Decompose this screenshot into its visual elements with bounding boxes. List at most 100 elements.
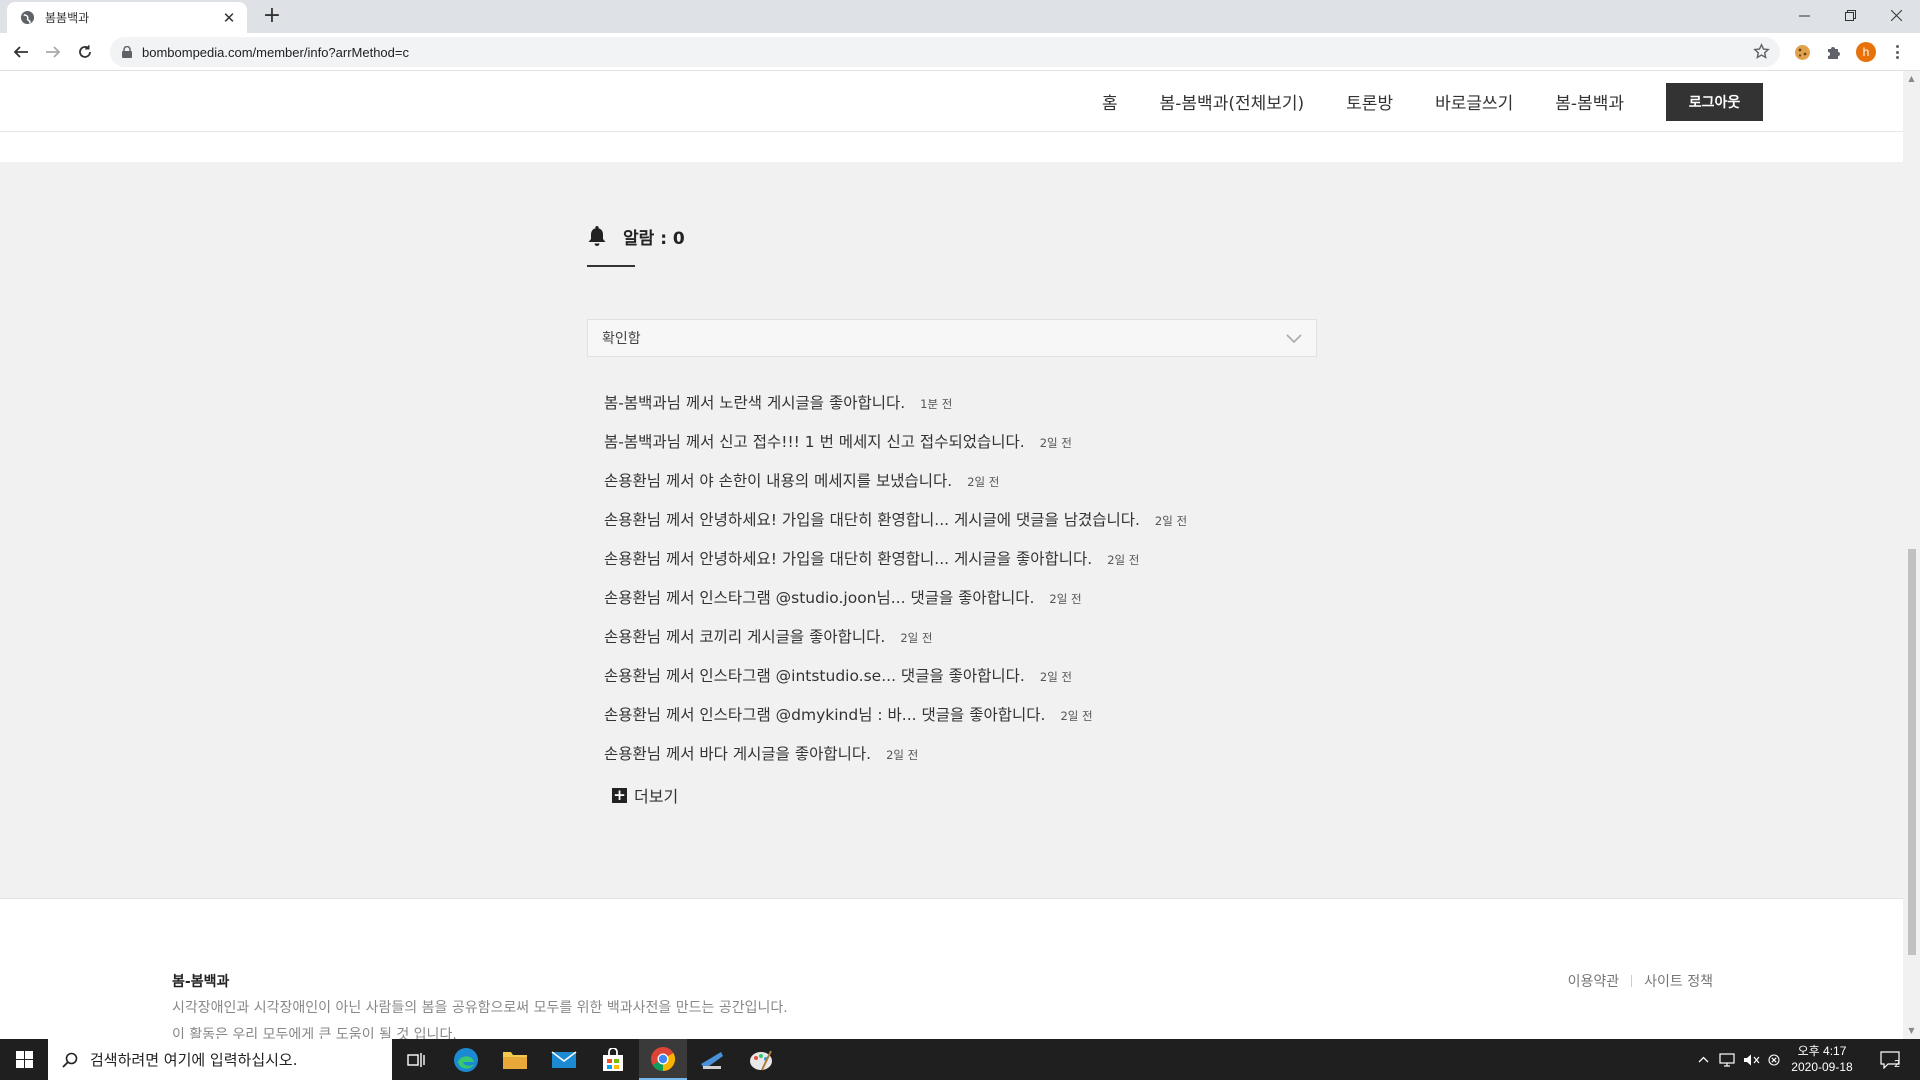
folder-icon xyxy=(503,1051,527,1069)
title-underline xyxy=(587,265,635,267)
bell-icon xyxy=(587,225,607,247)
network-icon[interactable] xyxy=(1717,1039,1739,1080)
nav-item-home[interactable]: 홈 xyxy=(1102,89,1118,114)
notification-item[interactable]: 손용환님 께서 안녕하세요! 가입을 대단히 환영합니... 게시글을 좋아합니… xyxy=(604,547,1317,586)
logout-button[interactable]: 로그아웃 xyxy=(1666,82,1763,121)
globe-icon xyxy=(20,10,35,25)
notification-time: 2일 전 xyxy=(1107,553,1140,567)
main-nav: 홈 봄-봄백과(전체보기) 토론방 바로글쓰기 봄-봄백과 로그아웃 xyxy=(1060,71,1763,132)
windows-taskbar: 검색하려면 여기에 입력하십시오. 오후 4:17 2020-09-18 2 xyxy=(0,1039,1920,1080)
terms-link[interactable]: 이용약관 xyxy=(1568,971,1620,991)
tab-title: 봄봄백과 xyxy=(45,11,90,25)
notification-time: 2일 전 xyxy=(1154,514,1188,528)
windows-logo-icon xyxy=(15,1051,33,1068)
taskbar-clock[interactable]: 오후 4:17 2020-09-18 xyxy=(1784,1043,1860,1075)
profile-avatar[interactable]: h xyxy=(1856,42,1876,62)
file-explorer-app[interactable] xyxy=(491,1039,539,1080)
restore-button[interactable] xyxy=(1827,0,1873,30)
browser-menu-icon[interactable] xyxy=(1890,41,1904,63)
mail-app[interactable] xyxy=(540,1039,588,1080)
back-button[interactable] xyxy=(8,39,34,65)
more-button[interactable]: + 더보기 xyxy=(612,783,1317,807)
footer-links: 이용약관 사이트 정책 xyxy=(1568,971,1713,991)
clock-time: 오후 4:17 xyxy=(1797,1044,1847,1058)
footer-brand: 봄-봄백과 xyxy=(172,974,230,990)
close-tab-icon[interactable]: ✕ xyxy=(221,10,237,26)
minimize-icon xyxy=(1798,15,1810,16)
divider xyxy=(1631,975,1633,987)
app-shortcut[interactable] xyxy=(688,1039,736,1080)
notification-text: 손용환님 께서 안녕하세요! 가입을 대단히 환영합니... 게시글에 댓글을 … xyxy=(604,511,1140,529)
nav-item-pedia[interactable]: 봄-봄백과 xyxy=(1555,89,1624,114)
nav-item-all[interactable]: 봄-봄백과(전체보기) xyxy=(1160,89,1305,114)
puzzle-extensions-icon[interactable] xyxy=(1823,41,1845,63)
notification-list: 봄-봄백과님 께서 노란색 게시글을 좋아합니다. 1분 전 봄-봄백과님 께서 … xyxy=(587,391,1317,781)
start-button[interactable] xyxy=(0,1039,48,1080)
site-header: 홈 봄-봄백과(전체보기) 토론방 바로글쓰기 봄-봄백과 로그아웃 xyxy=(0,71,1903,132)
notification-time: 2일 전 xyxy=(1060,709,1093,723)
notification-item[interactable]: 손용환님 께서 안녕하세요! 가입을 대단히 환영합니... 게시글에 댓글을 … xyxy=(604,508,1317,547)
edge-icon xyxy=(454,1047,478,1072)
plus-square-icon: + xyxy=(612,785,627,804)
notification-time: 2일 전 xyxy=(1049,592,1082,606)
notification-text: 손용환님 께서 코끼리 게시글을 좋아합니다. xyxy=(604,628,886,646)
cookie-extension-icon[interactable] xyxy=(1791,41,1813,63)
notification-item[interactable]: 손용환님 께서 코끼리 게시글을 좋아합니다. 2일 전 xyxy=(604,625,1317,664)
browser-toolbar: bombompedia.com/member/info?arrMethod=c xyxy=(0,33,1920,71)
bookmark-star-icon[interactable] xyxy=(1753,43,1770,64)
tab-strip: 봄봄백과 ✕ + xyxy=(0,0,1920,33)
alarm-header: 알람 : 0 xyxy=(587,221,1317,251)
notification-time: 2일 전 xyxy=(967,475,1000,489)
arrow-right-icon xyxy=(46,46,61,58)
notification-time: 2일 전 xyxy=(1039,436,1072,450)
notification-item[interactable]: 봄-봄백과님 께서 노란색 게시글을 좋아합니다. 1분 전 xyxy=(604,391,1317,430)
page-scrollbar[interactable]: ▲ ▼ xyxy=(1903,71,1920,1039)
store-bag-icon xyxy=(603,1047,623,1071)
nav-item-write[interactable]: 바로글쓰기 xyxy=(1435,89,1513,114)
scrollbar-thumb[interactable] xyxy=(1908,549,1916,955)
scroll-up-icon[interactable]: ▲ xyxy=(1907,74,1916,83)
notification-item[interactable]: 봄-봄백과님 께서 신고 접수!!! 1 번 메세지 신고 접수되었습니다. 2일… xyxy=(604,430,1317,469)
more-label: 더보기 xyxy=(634,787,679,806)
footer-description: 시각장애인과 시각장애인이 아닌 사람들의 봄을 공유함으로써 모두를 위한 백… xyxy=(172,995,788,1039)
reload-icon xyxy=(79,45,91,58)
edge-app[interactable] xyxy=(442,1039,490,1080)
action-center-button[interactable]: 2 xyxy=(1870,1039,1910,1080)
paint-app[interactable] xyxy=(737,1039,785,1080)
alarm-section: 알람 : 0 확인함 봄-봄백과님 께서 노란색 게시글을 좋아합니다. 1분 전… xyxy=(587,221,1317,807)
minimize-button[interactable] xyxy=(1781,0,1827,30)
store-app[interactable] xyxy=(589,1039,637,1080)
status-error-icon[interactable] xyxy=(1765,1039,1783,1080)
volume-muted-icon[interactable] xyxy=(1741,1039,1763,1080)
reload-button[interactable] xyxy=(72,39,98,65)
notification-item[interactable]: 손용환님 께서 야 손한이 내용의 메세지를 보냈습니다. 2일 전 xyxy=(604,469,1317,508)
palette-icon xyxy=(750,1050,772,1070)
mail-icon xyxy=(551,1050,577,1068)
tray-expand-icon[interactable] xyxy=(1694,1039,1712,1080)
footer-desc-line: 이 활동은 우리 모두에게 큰 도움이 될 것 입니다. xyxy=(172,1027,457,1039)
notification-text: 손용환님 께서 인스타그램 @dmykind님 : 바... 댓글을 좋아합니다… xyxy=(604,706,1046,724)
policy-link[interactable]: 사이트 정책 xyxy=(1644,971,1713,991)
task-view-button[interactable] xyxy=(392,1039,440,1080)
address-bar[interactable]: bombompedia.com/member/info?arrMethod=c xyxy=(110,37,1780,67)
app-window-icon xyxy=(701,1051,723,1069)
notification-item[interactable]: 손용환님 께서 인스타그램 @dmykind님 : 바... 댓글을 좋아합니다… xyxy=(604,703,1317,742)
notification-item[interactable]: 손용환님 께서 인스타그램 @intstudio.se... 댓글을 좋아합니다… xyxy=(604,664,1317,703)
scroll-down-icon[interactable]: ▼ xyxy=(1907,1026,1916,1035)
forward-button[interactable] xyxy=(40,39,66,65)
notification-count-badge: 2 xyxy=(1894,1059,1901,1070)
filter-select[interactable]: 확인함 xyxy=(587,319,1317,357)
nav-item-discussion[interactable]: 토론방 xyxy=(1346,89,1393,114)
notification-text: 손용환님 께서 바다 게시글을 좋아합니다. xyxy=(604,745,872,763)
new-tab-button[interactable]: + xyxy=(260,5,284,29)
browser-tab[interactable]: 봄봄백과 ✕ xyxy=(7,2,247,33)
close-window-button[interactable] xyxy=(1873,0,1919,30)
lock-icon xyxy=(122,46,132,58)
notification-time: 1분 전 xyxy=(920,397,953,411)
chrome-app[interactable] xyxy=(639,1039,687,1080)
notification-time: 2일 전 xyxy=(900,631,933,645)
taskbar-search[interactable]: 검색하려면 여기에 입력하십시오. xyxy=(48,1039,392,1080)
notification-item[interactable]: 손용환님 께서 바다 게시글을 좋아합니다. 2일 전 xyxy=(604,742,1317,781)
footer-desc-line: 시각장애인과 시각장애인이 아닌 사람들의 봄을 공유함으로써 모두를 위한 백… xyxy=(172,1000,788,1016)
notification-item[interactable]: 손용환님 께서 인스타그램 @studio.joon님... 댓글을 좋아합니다… xyxy=(604,586,1317,625)
